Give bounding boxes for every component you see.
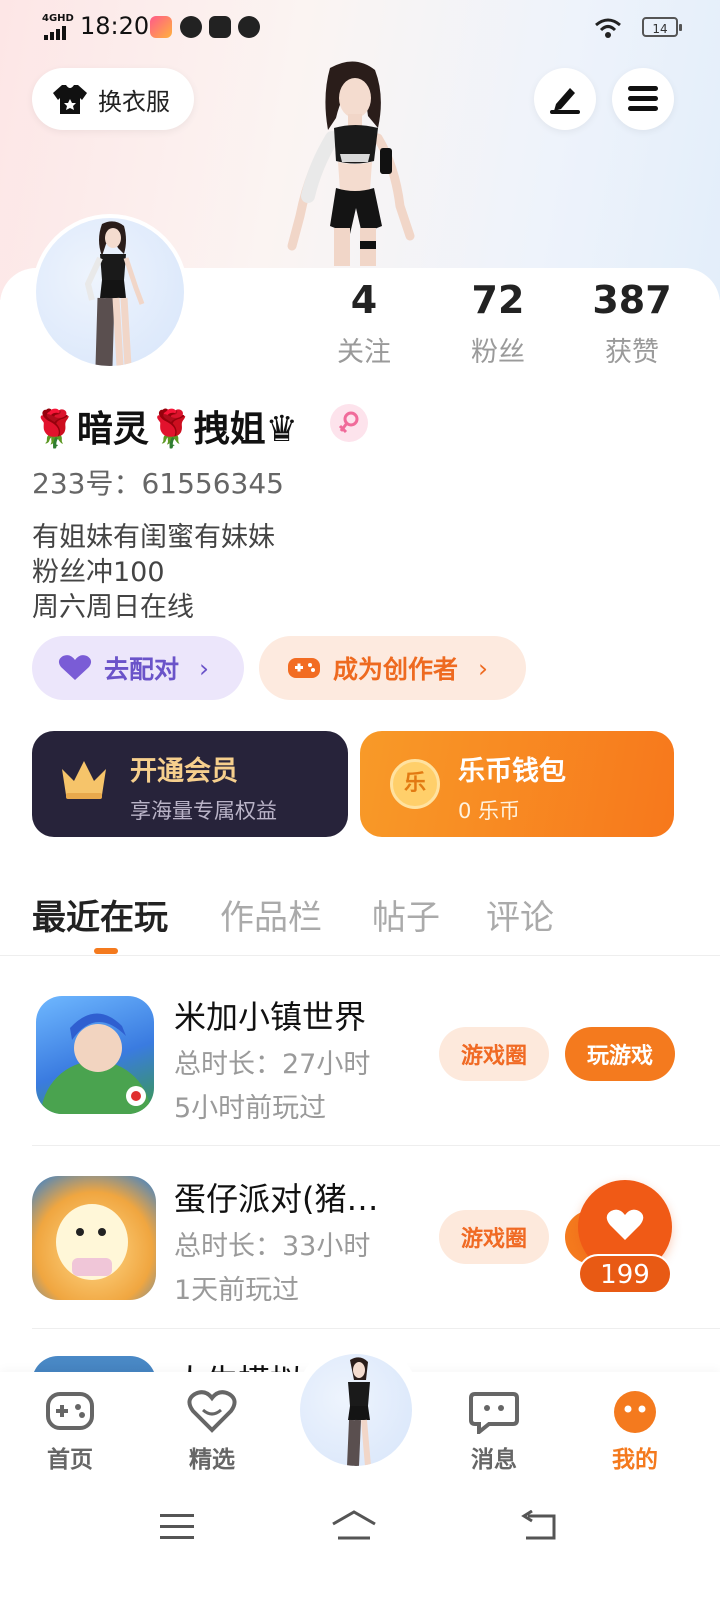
tshirt-icon [53,85,87,114]
fans-count: 72 [471,278,525,322]
bio-line-1: 有姐妹有闺蜜有妹妹 [32,522,275,553]
center-avatar-figure [347,1357,371,1466]
tab-posts[interactable]: 帖子 [372,890,440,939]
eggy-art [56,1204,128,1280]
tab-recently-played[interactable]: 最近在玩 [32,890,168,939]
vip-subtitle: 享海量专属权益 [130,799,277,823]
likes-label: 获赞 [605,337,659,368]
active-tab-indicator [94,948,118,954]
nav-featured[interactable] [162,1386,262,1438]
likes-count: 387 [592,278,672,322]
heart-icon [58,655,92,680]
menu-icon [628,86,658,111]
nav-home-label: 首页 [47,1447,93,1473]
miga-art [41,1013,151,1114]
game-circle-button[interactable]: 游戏圈 [439,1027,549,1081]
recent-apps-icon[interactable] [160,1514,194,1540]
following-label: 关注 [337,337,391,368]
wallet-card[interactable]: 乐 乐币钱包 0 乐币 [360,731,674,837]
leaf-notification-icon [180,16,202,38]
game-icon-miga [36,996,154,1114]
chat-bubble-icon [469,1392,519,1437]
crown-icon [62,761,106,799]
change-outfit-button[interactable]: 换衣服 [32,68,194,130]
nav-me[interactable] [585,1386,685,1438]
character-figure[interactable] [270,56,440,266]
nav-featured-label: 精选 [189,1447,235,1473]
game-title: 蛋仔派对(猪… [174,1180,379,1218]
system-navigation-bar [0,1486,720,1600]
change-outfit-label: 换衣服 [98,87,170,116]
gender-badge [330,404,368,442]
chevron-right-icon: › [478,653,489,683]
wallet-balance: 0 乐币 [458,799,521,823]
fans-label: 粉丝 [471,337,525,368]
home-icon[interactable] [330,1510,378,1542]
battery-indicator: 14 [642,17,682,37]
nav-messages-label: 消息 [471,1447,517,1473]
vip-title: 开通会员 [130,756,238,787]
become-creator-label: 成为创作者 [333,655,459,684]
become-creator-chip[interactable]: 成为创作者 › [259,636,526,700]
face-icon [614,1391,656,1433]
row-divider [32,1328,720,1329]
wifi-icon [595,18,621,38]
gamepad-icon [288,658,320,678]
game-circle-button[interactable]: 游戏圈 [439,1210,549,1264]
chevron-right-icon: › [199,653,210,683]
following-count: 4 [350,278,378,322]
tabs-divider [0,955,720,956]
nav-messages[interactable] [444,1386,544,1438]
user-id: 233号：61556345 [32,467,284,500]
game-title: 米加小镇世界 [174,998,367,1036]
coin-icon: 乐 [390,759,440,809]
game-icon-eggy [32,1176,156,1300]
nav-home[interactable] [20,1386,120,1438]
tab-comments[interactable]: 评论 [486,890,554,939]
menu-button[interactable] [612,68,674,130]
avatar[interactable] [36,218,184,366]
network-indicator: 4GHD [42,13,74,24]
center-avatar-button[interactable] [300,1354,412,1466]
back-icon[interactable] [520,1510,558,1542]
bio-line-3: 周六周日在线 [32,592,194,623]
vip-card[interactable]: 开通会员 享海量专属权益 [32,731,348,837]
female-icon [338,411,359,434]
username: 🌹暗灵🌹拽姐♛ [32,409,298,450]
like-count: 199 [578,1254,672,1294]
match-chip[interactable]: 去配对 › [32,636,244,700]
row-divider [32,1145,720,1146]
play-game-button[interactable]: 玩游戏 [565,1027,675,1081]
heart-icon [606,1209,644,1240]
app-notification-icon [150,16,172,38]
match-chip-label: 去配对 [104,655,180,684]
wallet-title: 乐币钱包 [458,756,566,787]
heart-outline-icon [187,1390,237,1433]
gamepad-icon [46,1392,94,1430]
bio-line-2: 粉丝冲100 [32,557,165,588]
status-time: 18:20 [80,12,150,40]
game-last-played: 1天前玩过 [174,1275,300,1306]
video-notification-icon [209,16,231,38]
tab-works[interactable]: 作品栏 [220,890,322,939]
edit-profile-button[interactable] [534,68,596,130]
game-last-played: 5小时前玩过 [174,1093,327,1124]
avatar-figure [84,221,145,366]
edit-pen-icon [550,88,580,114]
game-duration: 总时长：27小时 [174,1049,371,1080]
signal-icon [44,26,66,40]
wechat-icon [238,16,260,38]
nav-me-label: 我的 [612,1447,658,1473]
game-duration: 总时长：33小时 [174,1231,371,1262]
status-bar: 4GHD 18:20 14 [0,0,720,56]
